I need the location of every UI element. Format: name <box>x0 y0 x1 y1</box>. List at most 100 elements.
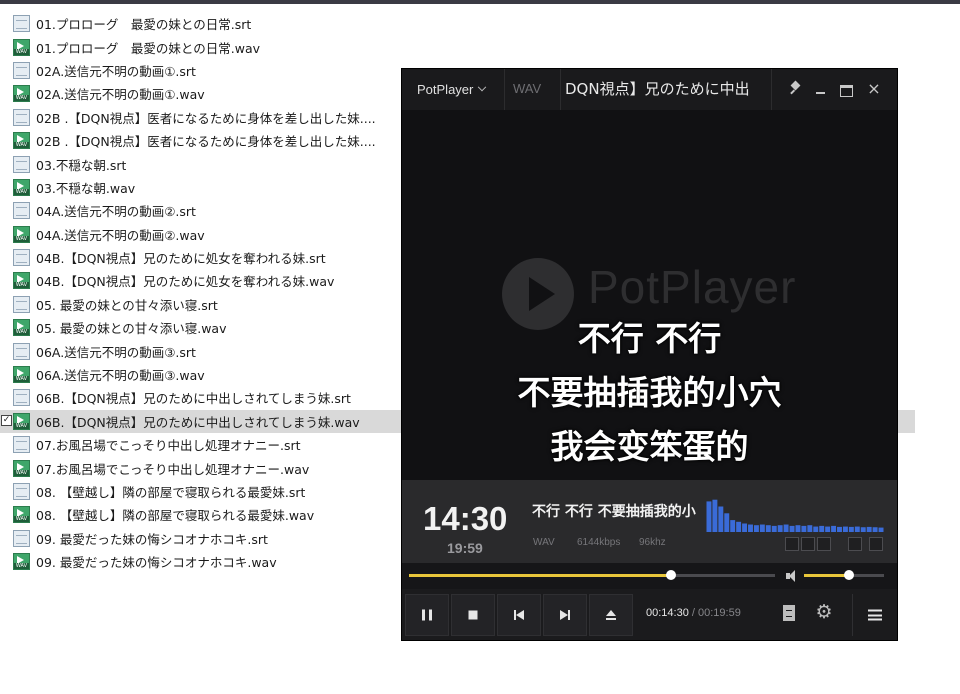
file-name: 03.不穏な朝.srt <box>36 157 127 173</box>
spectrum-bar <box>813 526 819 532</box>
skip-previous-icon <box>514 610 524 620</box>
spectrum-bar <box>759 524 765 532</box>
hamburger-menu-icon <box>867 609 882 621</box>
file-name: 04A.送信元不明の動画②.wav <box>36 227 205 243</box>
minimize-icon[interactable] <box>813 81 829 97</box>
srt-file-icon <box>13 529 30 547</box>
spectrum-bar <box>872 527 878 532</box>
info-toggle-c-icon[interactable] <box>817 537 831 551</box>
srt-file-icon <box>13 155 30 173</box>
srt-file-icon <box>13 108 30 126</box>
volume-slider[interactable] <box>804 570 884 580</box>
selection-checkbox[interactable]: ✓ <box>1 414 12 426</box>
display-mode-icon[interactable] <box>848 537 862 551</box>
file-name: 06B.【DQN視点】兄のために中出しされてしまう妹.wav <box>36 414 360 430</box>
file-name: 03.不穏な朝.wav <box>36 180 136 196</box>
meta-bitrate: 6144kbps <box>577 537 621 548</box>
file-name: 08. 【壁越し】隣の部屋で寝取られる最愛妹.srt <box>36 485 306 500</box>
skip-next-icon <box>560 610 570 620</box>
subtitle-overlay: 不行 不行 不要抽插我的小穴 我会变笨蛋的 <box>402 312 897 474</box>
spectrum-visualizer <box>706 499 884 532</box>
eject-icon <box>606 610 616 620</box>
maximize-icon[interactable] <box>838 81 854 97</box>
time-separator: / <box>691 607 695 619</box>
menu-button[interactable] <box>852 594 896 636</box>
playback-controls: 00:14:30 / 00:19:59 ⚙ <box>402 589 897 640</box>
volume-handle[interactable] <box>843 570 854 580</box>
wav-file-icon <box>13 412 30 430</box>
video-area[interactable]: PotPlayer 不行 不行 不要抽插我的小穴 我会变笨蛋的 <box>402 110 897 480</box>
spectrum-bar <box>771 525 777 532</box>
shuffle-icon[interactable] <box>869 537 883 551</box>
total-time: 00:19:59 <box>698 607 741 619</box>
file-name: 09. 最愛だった妹の悔シコオナホコキ.srt <box>36 531 268 547</box>
spectrum-bar <box>748 524 753 532</box>
spectrum-bar <box>842 526 848 532</box>
spectrum-bar <box>718 506 724 532</box>
player-titlebar[interactable]: PotPlayer WAV DQN視点】兄のために中出 × <box>402 69 897 110</box>
srt-file-icon <box>13 202 30 220</box>
wav-file-icon <box>13 506 30 524</box>
subtitle-line: 不要抽插我的小穴 <box>517 373 782 412</box>
seek-bar[interactable] <box>409 570 775 580</box>
spectrum-bar <box>801 525 807 532</box>
info-subtitle-text: 不行 不行 不要抽插我的小 <box>532 504 696 520</box>
previous-button[interactable] <box>497 594 541 636</box>
stop-button[interactable] <box>451 594 495 636</box>
seek-handle[interactable] <box>665 570 676 580</box>
file-name: 02A.送信元不明の動画①.srt <box>36 63 196 79</box>
pin-icon[interactable] <box>788 81 804 97</box>
file-name: 05. 最愛の妹との甘々添い寝.wav <box>36 321 227 337</box>
open-file-button[interactable] <box>589 594 633 636</box>
srt-file-icon <box>13 295 30 313</box>
file-name: 06B.【DQN視点】兄のために中出しされてしまう妹.srt <box>36 391 351 407</box>
spectrum-bar <box>724 513 730 532</box>
total-time-large: 19:59 <box>447 540 483 556</box>
spectrum-bar <box>860 527 866 532</box>
spectrum-bar <box>878 527 884 532</box>
file-list-item[interactable]: 01.プロローグ 最愛の妹との日常.wav <box>0 35 915 58</box>
seek-area <box>402 563 897 589</box>
current-time: 00:14:30 <box>646 607 689 619</box>
wav-file-icon <box>13 319 30 337</box>
close-icon[interactable]: × <box>866 81 882 97</box>
pause-icon <box>422 609 432 621</box>
srt-file-icon <box>13 483 30 500</box>
file-name: 02A.送信元不明の動画①.wav <box>36 87 205 103</box>
srt-file-icon <box>13 61 30 79</box>
file-name: 01.プロローグ 最愛の妹との日常.srt <box>36 17 252 33</box>
file-list-item[interactable]: 01.プロローグ 最愛の妹との日常.srt <box>0 12 915 35</box>
spectrum-bar <box>848 526 854 532</box>
file-name: 08. 【壁越し】隣の部屋で寝取られる最愛妹.wav <box>36 508 315 524</box>
chevron-down-icon <box>478 82 487 91</box>
potplayer-window: PotPlayer WAV DQN視点】兄のために中出 × PotPlayer … <box>401 68 898 641</box>
info-toggle-a-icon[interactable] <box>785 537 799 551</box>
spectrum-bar <box>706 501 712 532</box>
srt-file-icon <box>13 389 30 407</box>
spectrum-bar <box>789 525 795 532</box>
playlist-icon[interactable] <box>783 605 795 621</box>
subtitle-line: 不行 不行 <box>577 319 722 358</box>
format-tab[interactable]: WAV <box>513 81 541 96</box>
wav-file-icon <box>13 553 30 571</box>
info-toggle-b-icon[interactable] <box>801 537 815 551</box>
file-name: 02B .【DQN視点】医者になるために身体を差し出した妹.... <box>36 134 376 150</box>
spectrum-bar <box>854 526 860 532</box>
wav-file-icon <box>13 132 30 150</box>
volume-slider-fill <box>804 574 849 577</box>
srt-file-icon <box>13 342 30 360</box>
next-button[interactable] <box>543 594 587 636</box>
spectrum-bar <box>730 520 736 532</box>
brand-menu-button[interactable]: PotPlayer <box>402 69 505 110</box>
spectrum-bar <box>837 526 842 532</box>
volume-icon[interactable] <box>786 569 800 583</box>
wav-file-icon <box>13 38 30 56</box>
srt-file-icon <box>13 15 30 33</box>
spectrum-bar <box>712 499 718 532</box>
gear-icon[interactable]: ⚙ <box>814 602 834 622</box>
window-top-strip <box>0 0 960 4</box>
spectrum-bar <box>753 525 759 532</box>
spectrum-bar <box>736 521 742 532</box>
pause-button[interactable] <box>405 594 449 636</box>
srt-file-icon <box>13 436 30 454</box>
